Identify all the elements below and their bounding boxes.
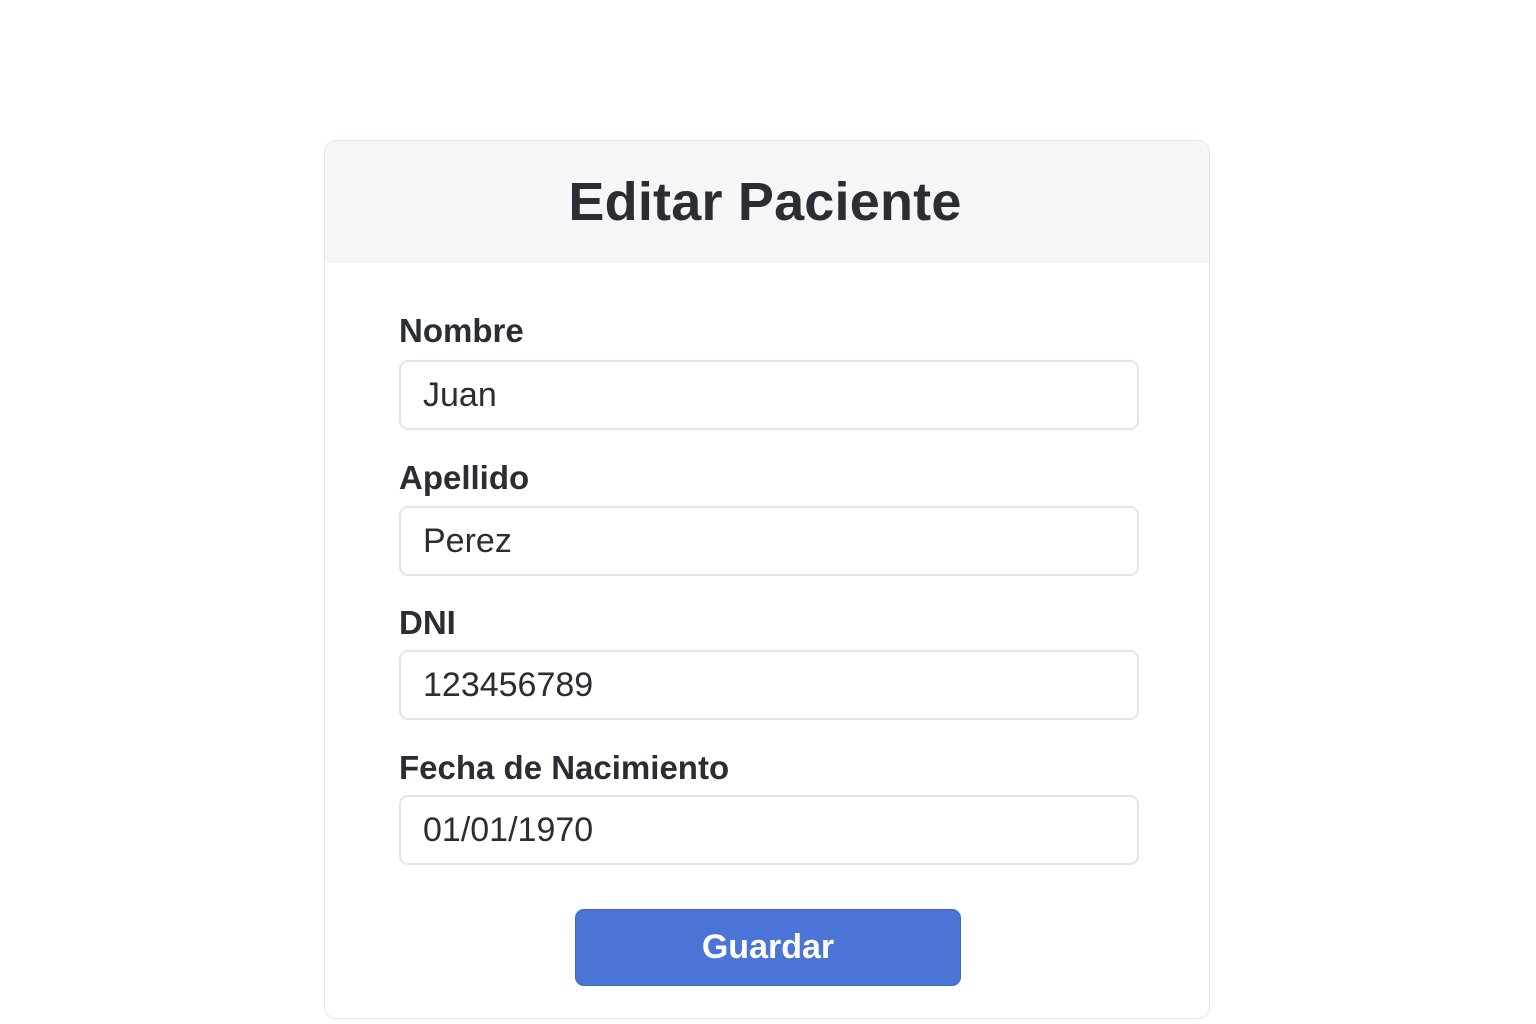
edit-patient-card: Editar Paciente Nombre Apellido DNI Fech… (324, 140, 1210, 1019)
birth-date-input[interactable] (399, 795, 1139, 865)
last-name-label: Apellido (399, 459, 530, 496)
dni-label: DNI (399, 604, 456, 641)
first-name-label: Nombre (399, 312, 524, 349)
page-title: Editar Paciente (568, 172, 962, 232)
save-button[interactable]: Guardar (575, 909, 961, 986)
card-header: Editar Paciente (325, 141, 1209, 262)
dni-input[interactable] (399, 650, 1139, 720)
first-name-input[interactable] (399, 360, 1139, 430)
last-name-input[interactable] (399, 506, 1139, 576)
birth-date-label: Fecha de Nacimiento (399, 749, 730, 786)
